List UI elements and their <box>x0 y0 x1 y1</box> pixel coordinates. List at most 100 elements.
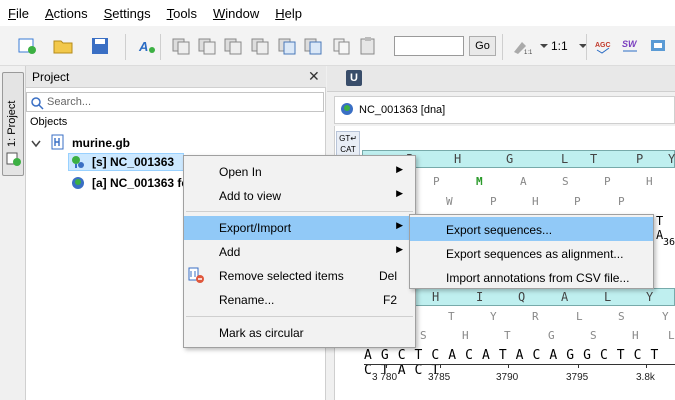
menu-item-label: Import annotations from CSV file... <box>446 271 630 285</box>
menu-item-export-import[interactable]: Export/Import ▶ <box>184 216 415 240</box>
menu-settings[interactable]: Settings <box>96 6 159 21</box>
document-title: NC_001363 [dna] <box>359 104 446 116</box>
sequence-edit-icon[interactable]: AGC <box>594 36 616 56</box>
aa-letter: L <box>604 290 612 304</box>
search-placeholder: Search... <box>47 96 92 108</box>
submenu-arrow-icon: ▶ <box>396 188 403 198</box>
menu-actions[interactable]: Actions <box>37 6 96 21</box>
menu-item-import-annotations-csv[interactable]: Import annotations from CSV file... <box>410 265 653 289</box>
project-tab-icon <box>6 152 21 166</box>
menu-item-label: Add <box>219 245 241 259</box>
new-project-icon[interactable] <box>16 36 38 56</box>
paste-icon[interactable] <box>357 36 379 56</box>
copy-translation-annotation-icon[interactable] <box>302 36 324 56</box>
zoom-icon[interactable]: 1:1 <box>510 36 533 56</box>
aa-letter: Q <box>518 290 526 304</box>
toolbar-separator <box>586 34 587 60</box>
tree-sequence-label[interactable]: [s] NC_001363 <box>92 155 174 169</box>
aa-letter: H <box>454 152 462 166</box>
close-icon[interactable]: ✕ <box>308 68 320 85</box>
chevron-down-icon[interactable] <box>31 137 41 151</box>
menu-item-label: Open In <box>219 165 262 179</box>
u-icon[interactable]: U <box>346 70 362 86</box>
dna-icon <box>341 103 353 115</box>
ruler-label: 3785 <box>428 372 451 383</box>
aa-letter: L <box>561 152 569 166</box>
menu-item-label: Export/Import <box>219 221 292 235</box>
menu-item-label: Add to view <box>219 189 282 203</box>
open-folder-icon[interactable] <box>52 36 74 56</box>
tree-document-label[interactable]: murine.gb <box>72 136 130 150</box>
frame-letter: L <box>576 310 583 323</box>
menubar: File Actions Settings Tools Window Help <box>0 0 675 26</box>
aa-letter: I <box>476 290 484 304</box>
aa-letter: G <box>506 152 514 166</box>
annotation-object-icon <box>72 177 84 189</box>
menu-item-mark-circular[interactable]: Mark as circular <box>184 321 415 345</box>
toolbar-separator <box>125 34 126 60</box>
tree-annotation-label[interactable]: [a] NC_001363 fe <box>92 176 188 190</box>
tab-project-label: 1: Project <box>6 100 18 147</box>
go-to-position-input[interactable] <box>394 36 464 56</box>
svg-text:A: A <box>138 39 148 54</box>
save-icon[interactable] <box>89 36 111 56</box>
search-input[interactable]: Search... <box>26 92 324 112</box>
menu-help[interactable]: Help <box>267 6 310 21</box>
menu-item-add-to-view[interactable]: Add to view ▶ <box>184 184 415 208</box>
position-ruler <box>364 364 675 365</box>
copy-annotation-icon[interactable] <box>249 36 271 56</box>
frame-letter: L <box>668 329 675 342</box>
complement-toggle-icon[interactable]: GT↵ CAT <box>336 131 360 157</box>
document-icon <box>51 134 64 150</box>
menu-file[interactable]: File <box>0 6 37 21</box>
toolbar-separator <box>160 34 161 60</box>
aa-letter: H <box>432 290 440 304</box>
aa-letter: P <box>636 152 644 166</box>
go-button[interactable]: Go <box>469 36 496 56</box>
copy-complement-icon[interactable] <box>196 36 218 56</box>
svg-text:1:1: 1:1 <box>524 50 532 56</box>
tab-project-vertical[interactable]: 1: Project <box>2 72 24 176</box>
project-header: Project ✕ <box>26 66 326 88</box>
menu-item-label: Rename... <box>219 293 275 307</box>
menu-item-export-sequences[interactable]: Export sequences... <box>410 217 653 241</box>
frame-letter: T <box>448 310 455 323</box>
svg-text:SW: SW <box>622 39 638 49</box>
aa-letter: A <box>561 290 569 304</box>
menu-tools[interactable]: Tools <box>159 6 205 21</box>
menu-item-export-alignment[interactable]: Export sequences as alignment... <box>410 241 653 265</box>
ruler-tick <box>578 364 579 368</box>
sequence-object-icon <box>72 156 84 168</box>
zoom-level[interactable]: 1:1 <box>551 39 568 53</box>
menu-item-label: Mark as circular <box>219 326 304 340</box>
menu-item-label: Remove selected items <box>219 269 344 283</box>
chevron-down-icon[interactable] <box>572 36 587 56</box>
frame-letter: P <box>604 175 611 188</box>
ruler-tick <box>386 364 387 368</box>
menu-item-label: Export sequences... <box>446 223 553 237</box>
sw-search-icon[interactable]: SW <box>620 36 642 56</box>
menu-item-rename[interactable]: Rename... F2 <box>184 288 415 312</box>
copy-qualifier-icon[interactable] <box>276 36 298 56</box>
menu-shortcut: Del <box>378 269 397 283</box>
frame-letter: S <box>590 329 597 342</box>
copy-icon[interactable] <box>330 36 352 56</box>
sequence-tool-icon[interactable]: A <box>136 36 158 56</box>
ruler-label: 3.8k <box>636 372 655 383</box>
menu-item-add[interactable]: Add ▶ <box>184 240 415 264</box>
menu-item-remove-selected[interactable]: Remove selected items Del <box>184 264 415 288</box>
objects-label: Objects <box>30 116 68 128</box>
view-icon[interactable] <box>648 36 670 56</box>
menu-shortcut: F2 <box>382 293 397 307</box>
frame-letter: H <box>462 329 469 342</box>
frame-letter: S <box>420 329 427 342</box>
aa-letter: T <box>590 152 598 166</box>
chevron-down-icon[interactable] <box>533 36 548 56</box>
copy-translation-icon[interactable] <box>222 36 244 56</box>
nucleotide-sequence: A G C T C A C A T A C A G G C T C T C T … <box>364 348 659 378</box>
menu-window[interactable]: Window <box>205 6 267 21</box>
copy-sequence-icon[interactable] <box>170 36 192 56</box>
menu-item-label: Export sequences as alignment... <box>446 247 624 261</box>
menu-item-open-in[interactable]: Open In ▶ <box>184 160 415 184</box>
menu-separator <box>186 211 413 212</box>
